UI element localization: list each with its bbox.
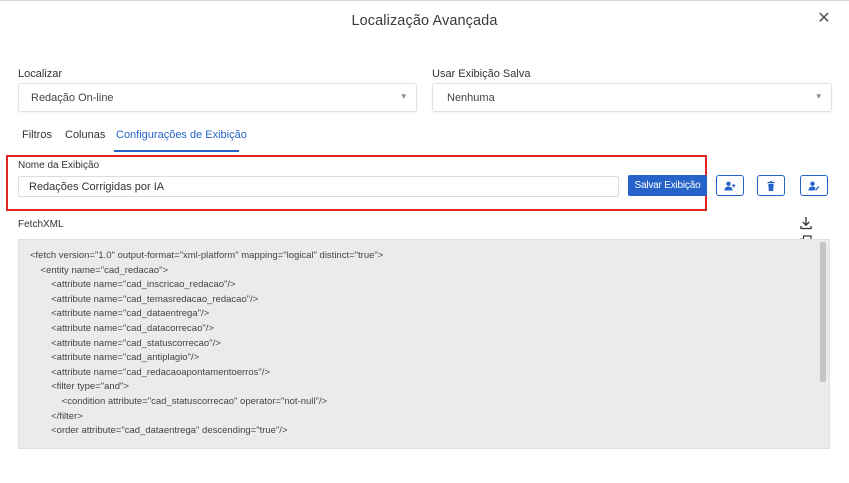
code-line: <filter type="and"> xyxy=(30,381,129,393)
find-label: Localizar xyxy=(18,68,63,80)
dialog-title: Localização Avançada xyxy=(351,13,498,29)
scrollbar-thumb[interactable] xyxy=(820,242,826,382)
add-user-icon xyxy=(724,181,736,190)
delete-view-button[interactable] xyxy=(757,175,785,196)
view-name-input[interactable]: Redações Corrigidas por IA xyxy=(18,176,619,197)
code-line: <attribute name="cad_temasredacao_redaca… xyxy=(30,293,259,305)
saved-view-select[interactable]: Nenhuma ▾ xyxy=(432,83,832,112)
close-icon[interactable]: ✕ xyxy=(816,10,832,28)
fetchxml-code-area[interactable]: <fetch version="1.0" output-format="xml-… xyxy=(18,239,830,449)
code-line: <attribute name="cad_antiplagio"/> xyxy=(30,352,200,364)
find-select[interactable]: Redação On-line ▾ xyxy=(18,83,417,112)
code-line: <condition attribute="cad_statuscorrecao… xyxy=(30,395,328,407)
code-line: <entity name="cad_redacao"> xyxy=(30,264,168,276)
chevron-down-icon: ▾ xyxy=(816,91,821,101)
tab-view-settings[interactable]: Configurações de Exibição xyxy=(116,129,247,141)
saved-view-label: Usar Exibição Salva xyxy=(432,68,531,80)
trash-icon xyxy=(767,180,775,191)
active-tab-indicator xyxy=(114,150,239,152)
find-select-value: Redação On-line xyxy=(31,92,114,104)
tab-columns[interactable]: Colunas xyxy=(65,129,105,141)
tab-filters[interactable]: Filtros xyxy=(22,129,52,141)
save-view-button[interactable]: Salvar Exibição xyxy=(628,175,707,196)
view-name-label: Nome da Exibição xyxy=(18,160,100,171)
code-line: </filter> xyxy=(30,410,83,422)
code-line: <attribute name="cad_dataentrega"/> xyxy=(30,308,210,320)
user-edit-icon xyxy=(808,181,820,191)
top-border xyxy=(0,0,849,1)
code-line: <attribute name="cad_statuscorrecao"/> xyxy=(30,337,221,349)
fetchxml-actions xyxy=(800,216,832,249)
fetchxml-code: <fetch version="1.0" output-format="xml-… xyxy=(30,249,815,439)
code-line: <attribute name="cad_redacaoapontamentoe… xyxy=(30,366,270,378)
fetchxml-label: FetchXML xyxy=(18,219,64,230)
code-line: <attribute name="cad_inscricao_redacao"/… xyxy=(30,279,236,291)
download-icon[interactable] xyxy=(800,216,814,232)
share-view-button[interactable] xyxy=(716,175,744,196)
code-line: <fetch version="1.0" output-format="xml-… xyxy=(30,250,384,261)
code-line: <attribute name="cad_datacorrecao"/> xyxy=(30,322,214,334)
chevron-down-icon: ▾ xyxy=(401,91,406,101)
saved-view-select-value: Nenhuma xyxy=(447,92,495,104)
code-line: <order attribute="cad_dataentrega" desce… xyxy=(30,425,288,437)
assign-view-button[interactable] xyxy=(800,175,828,196)
